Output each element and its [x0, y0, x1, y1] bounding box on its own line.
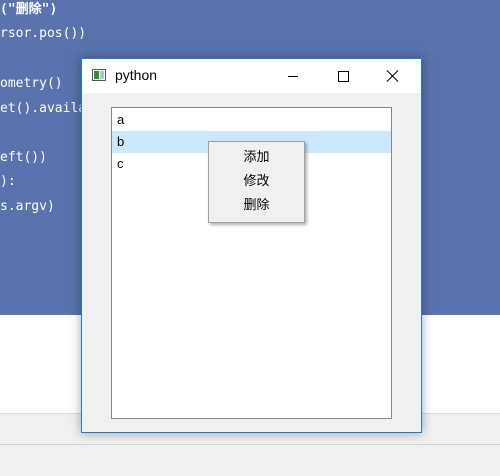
divider: [0, 444, 500, 445]
code-line: rsor.pos()): [0, 26, 87, 41]
close-button[interactable]: [370, 59, 416, 93]
context-menu: 添加 修改 删除: [208, 141, 305, 223]
code-line: ometry(): [0, 76, 63, 91]
code-line: eft()): [0, 150, 47, 165]
menu-item-delete[interactable]: 删除: [209, 194, 304, 218]
menu-item-edit[interactable]: 修改: [209, 170, 304, 194]
list-item-a[interactable]: a: [112, 109, 391, 131]
maximize-icon: [337, 70, 349, 82]
code-line: ("删除"): [0, 2, 58, 17]
window-title: python: [115, 67, 158, 83]
close-icon: [386, 69, 400, 83]
code-line: et().availa: [0, 101, 87, 116]
title-bar[interactable]: python: [82, 59, 421, 93]
menu-item-add[interactable]: 添加: [209, 146, 304, 170]
minimize-button[interactable]: [270, 59, 316, 93]
python-app-icon: [92, 69, 106, 81]
maximize-button[interactable]: [320, 59, 366, 93]
python-window: python a b c: [81, 58, 422, 433]
code-line: ):: [0, 174, 16, 189]
code-line: s.argv): [0, 199, 55, 214]
minimize-icon: [288, 75, 298, 77]
